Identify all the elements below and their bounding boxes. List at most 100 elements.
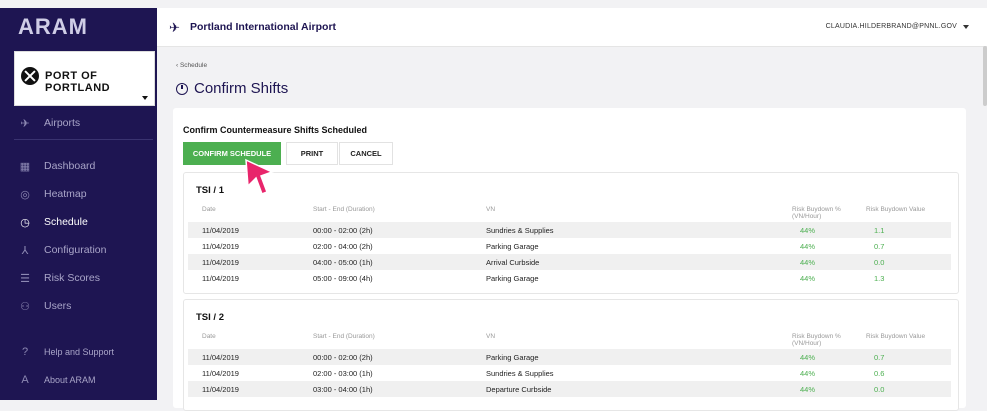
table-row: 11/04/2019 05:00 - 09:00 (4h) Parking Ga… — [188, 270, 951, 286]
table-row: 11/04/2019 02:00 - 04:00 (2h) Parking Ga… — [188, 238, 951, 254]
cell-date: 11/04/2019 — [202, 242, 239, 251]
clock-icon — [176, 82, 188, 95]
header: ✈ Portland International Airport CLAUDIA… — [157, 8, 987, 47]
column-header-pct-line1: Risk Buydown % — [792, 206, 841, 213]
column-header-vn: VN — [486, 333, 496, 340]
plane-icon: ✈ — [20, 117, 30, 130]
cell-value: 0.6 — [874, 369, 885, 378]
sidebar: ARAM PORT OF PORTLAND ✈ Airports ▦ Dashb… — [0, 8, 157, 400]
table-row: 11/04/2019 00:00 - 02:00 (2h) Sundries &… — [188, 222, 951, 238]
cell-date: 11/04/2019 — [202, 274, 239, 283]
chevron-down-icon — [142, 96, 148, 100]
column-header-pct: Risk Buydown % (VN/Hour) — [792, 206, 841, 220]
divider — [14, 139, 153, 140]
cell-value: 0.7 — [874, 353, 885, 362]
table-row: 11/04/2019 00:00 - 02:00 (2h) Parking Ga… — [188, 349, 951, 365]
sidebar-item-risk-scores[interactable]: ☰ Risk Scores — [0, 265, 157, 291]
cell-pct: 44% — [800, 353, 816, 362]
sidebar-item-dashboard[interactable]: ▦ Dashboard — [0, 153, 157, 179]
help-icon: ? — [21, 346, 29, 358]
heatmap-icon: ◎ — [20, 188, 30, 201]
cell-vn: Parking Garage — [486, 353, 539, 362]
cell-pct: 44% — [800, 226, 816, 235]
cell-date: 11/04/2019 — [202, 258, 239, 267]
cancel-button[interactable]: CANCEL — [339, 142, 393, 165]
users-icon: ⚇ — [20, 300, 30, 313]
column-header-vn: VN — [486, 206, 496, 213]
table-row: 11/04/2019 02:00 - 03:00 (1h) Sundries &… — [188, 365, 951, 381]
dashboard-icon: ▦ — [19, 160, 31, 173]
page-title-text: Confirm Shifts — [194, 80, 289, 97]
cell-pct: 44% — [800, 369, 816, 378]
sidebar-item-label: Heatmap — [44, 188, 87, 200]
cell-pct: 44% — [800, 242, 816, 251]
sidebar-item-heatmap[interactable]: ◎ Heatmap — [0, 181, 157, 207]
column-header-date: Date — [202, 333, 216, 340]
chevron-down-icon[interactable] — [963, 25, 969, 29]
sidebar-item-label: Configuration — [44, 244, 107, 256]
org-selector[interactable]: PORT OF PORTLAND — [14, 51, 155, 106]
cell-time: 02:00 - 04:00 (2h) — [313, 242, 373, 251]
cell-date: 11/04/2019 — [202, 385, 239, 394]
sidebar-item-label: Airports — [44, 117, 81, 129]
column-header-date: Date — [202, 206, 216, 213]
cell-time: 00:00 - 02:00 (2h) — [313, 226, 373, 235]
aram-icon: A — [21, 374, 29, 386]
page-title: Confirm Shifts — [176, 80, 288, 97]
sidebar-item-label: Dashboard — [44, 160, 96, 172]
column-header-time: Start - End (Duration) — [313, 333, 375, 340]
org-name: PORT OF PORTLAND — [45, 70, 111, 94]
cell-value: 0.0 — [874, 385, 885, 394]
tsi-section: TSI / 2 Date Start - End (Duration) VN R… — [183, 299, 959, 411]
cell-value: 0.0 — [874, 258, 885, 267]
column-header-value: Risk Buydown Value — [866, 206, 926, 213]
tsi-title: TSI / 2 — [196, 312, 224, 323]
airport-name: Portland International Airport — [190, 21, 337, 33]
print-button[interactable]: PRINT — [286, 142, 338, 165]
column-header-pct: Risk Buydown % (VN/Hour) — [792, 333, 841, 347]
column-header-pct-line1: Risk Buydown % — [792, 333, 841, 340]
sidebar-item-configuration[interactable]: ⅄ Configuration — [0, 237, 157, 263]
cell-value: 1.3 — [874, 274, 885, 283]
cell-vn: Arrival Curbside — [486, 258, 540, 267]
cell-date: 11/04/2019 — [202, 369, 239, 378]
clock-icon: ◷ — [20, 216, 30, 229]
plane-icon: ✈ — [169, 20, 180, 35]
sidebar-item-about[interactable]: A About ARAM — [0, 367, 157, 393]
sidebar-item-schedule[interactable]: ◷ Schedule — [0, 209, 157, 235]
cell-vn: Departure Curbside — [486, 385, 552, 394]
app-logo[interactable]: ARAM — [18, 14, 88, 40]
tsi-section: TSI / 1 Date Start - End (Duration) VN R… — [183, 172, 959, 294]
scrollbar[interactable] — [983, 46, 987, 106]
cell-value: 1.1 — [874, 226, 885, 235]
cell-time: 03:00 - 04:00 (1h) — [313, 385, 373, 394]
table-row: 11/04/2019 04:00 - 05:00 (1h) Arrival Cu… — [188, 254, 951, 270]
sidebar-item-label: Users — [44, 300, 72, 312]
cell-time: 02:00 - 03:00 (1h) — [313, 369, 373, 378]
cell-vn: Parking Garage — [486, 274, 539, 283]
column-header-time: Start - End (Duration) — [313, 206, 375, 213]
tsi-title: TSI / 1 — [196, 185, 224, 196]
column-header-pct-line2: (VN/Hour) — [792, 340, 822, 347]
cell-vn: Parking Garage — [486, 242, 539, 251]
column-header-pct-line2: (VN/Hour) — [792, 213, 822, 220]
cursor-pointer-icon — [245, 158, 274, 195]
cell-date: 11/04/2019 — [202, 226, 239, 235]
cell-vn: Sundries & Supplies — [486, 369, 554, 378]
card-title: Confirm Countermeasure Shifts Scheduled — [183, 125, 368, 135]
port-logo-icon — [21, 67, 39, 85]
sidebar-item-label: Schedule — [44, 216, 88, 228]
sidebar-item-users[interactable]: ⚇ Users — [0, 293, 157, 319]
user-menu[interactable]: CLAUDIA.HILDERBRAND@PNNL.GOV — [826, 23, 957, 30]
breadcrumb[interactable]: ‹ Schedule — [176, 62, 207, 69]
cell-time: 05:00 - 09:00 (4h) — [313, 274, 373, 283]
cell-date: 11/04/2019 — [202, 353, 239, 362]
column-header-value: Risk Buydown Value — [866, 333, 926, 340]
cell-pct: 44% — [800, 385, 816, 394]
sidebar-item-airports[interactable]: ✈ Airports — [0, 110, 157, 136]
cell-pct: 44% — [800, 258, 816, 267]
sidebar-item-help[interactable]: ? Help and Support — [0, 339, 157, 365]
cell-vn: Sundries & Supplies — [486, 226, 554, 235]
sidebar-item-label: About ARAM — [44, 375, 96, 385]
cell-time: 00:00 - 02:00 (2h) — [313, 353, 373, 362]
